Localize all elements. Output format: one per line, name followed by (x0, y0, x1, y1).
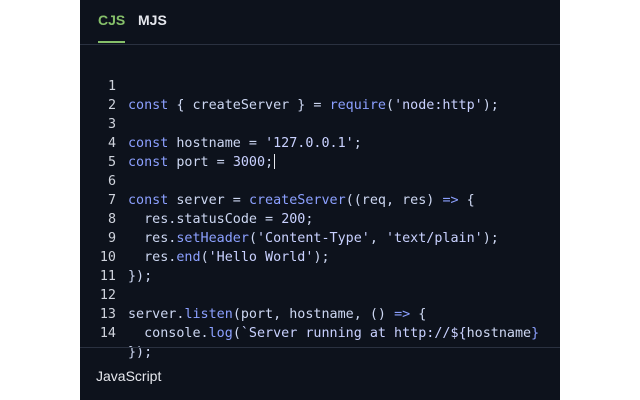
code-line: 12 server.listen(port, hostname, () => { (80, 267, 560, 322)
tab-cjs[interactable]: CJS (98, 12, 125, 28)
code-line: 13 console.log(`Server running at http:/… (80, 286, 560, 341)
code-line: 7 res.statusCode = 200; (80, 172, 560, 227)
code-footer: JavaScript (80, 347, 560, 400)
code-panel: CJS MJS 1 const { createServer } = requi… (80, 0, 560, 400)
code-line: 10 }); (80, 229, 560, 284)
tab-bar: CJS MJS (80, 0, 560, 45)
code-line: 5 (80, 134, 560, 170)
code-line: 1 const { createServer } = require('node… (80, 58, 560, 113)
active-tab-indicator (98, 41, 125, 43)
code-line: 8 res.setHeader('Content-Type', 'text/pl… (80, 191, 560, 246)
code-line: 2 (80, 77, 560, 113)
code-line: 4 const port = 3000; (80, 115, 560, 170)
line-number: 14 (99, 326, 116, 341)
code-line: 11 (80, 248, 560, 284)
tab-mjs[interactable]: MJS (138, 12, 167, 28)
code-line: 14 }); (80, 305, 560, 360)
code-line: 3 const hostname = '127.0.0.1'; (80, 96, 560, 151)
code-line: 9 res.end('Hello World'); (80, 210, 560, 265)
language-label: JavaScript (96, 368, 162, 384)
code-editor[interactable]: 1 const { createServer } = require('node… (80, 58, 560, 360)
code-line: 6 const server = createServer((req, res)… (80, 153, 560, 208)
